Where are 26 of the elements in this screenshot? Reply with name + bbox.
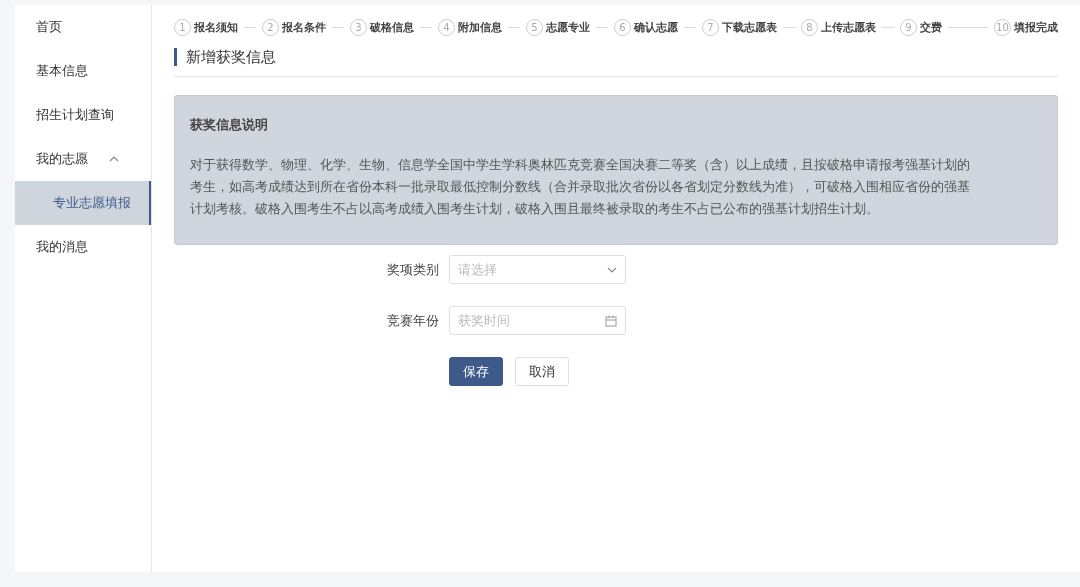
step-label: 确认志愿	[634, 19, 678, 35]
step-label: 上传志愿表	[821, 19, 876, 35]
sidebar-item[interactable]: 我的志愿	[15, 137, 151, 181]
field-label: 奖项类别	[386, 260, 439, 279]
cancel-button[interactable]: 取消	[515, 357, 569, 386]
step-label: 志愿专业	[546, 19, 590, 35]
step-label: 附加信息	[458, 19, 502, 35]
notice-text: 对于获得数学、物理、化学、生物、信息学全国中学生学科奥林匹克竞赛全国决赛二等奖（含）以上成绩，且按破格申请报考强基计划的考生，如高考成绩达到所在省份本科一批录取最低控制分数线（合并录取批次省份以各省划定分数线为准），可破格入围相应省份的强基计划考核。破格入围考生不占以高考成绩入围考生计划，破格入围且最终被录取的考生不占已公布的强基计划招生计划。	[190, 156, 971, 218]
notice-title: 获奖信息说明	[190, 116, 269, 134]
step-label: 报名须知	[194, 19, 238, 35]
page-title: 新增获奖信息	[174, 48, 1058, 66]
sidebar-item[interactable]: 首页	[15, 5, 151, 49]
step-label: 交费	[920, 19, 942, 35]
step-label: 填报完成	[1014, 19, 1058, 35]
chevron-down-icon	[607, 266, 617, 273]
step-label: 破格信息	[370, 19, 414, 35]
sidebar-item[interactable]: 基本信息	[15, 49, 151, 93]
chevron-up-icon	[109, 156, 119, 162]
save-button[interactable]: 保存	[449, 357, 503, 386]
sidebar-subitem[interactable]: 专业志愿填报	[15, 181, 151, 225]
calendar-icon	[605, 314, 617, 327]
step-label: 下载志愿表	[722, 19, 777, 35]
step-label: 报名条件	[282, 19, 326, 35]
field-label: 竞赛年份	[386, 311, 439, 330]
sidebar-item[interactable]: 招生计划查询	[15, 93, 151, 137]
sidebar-item[interactable]: 我的消息	[15, 225, 151, 269]
